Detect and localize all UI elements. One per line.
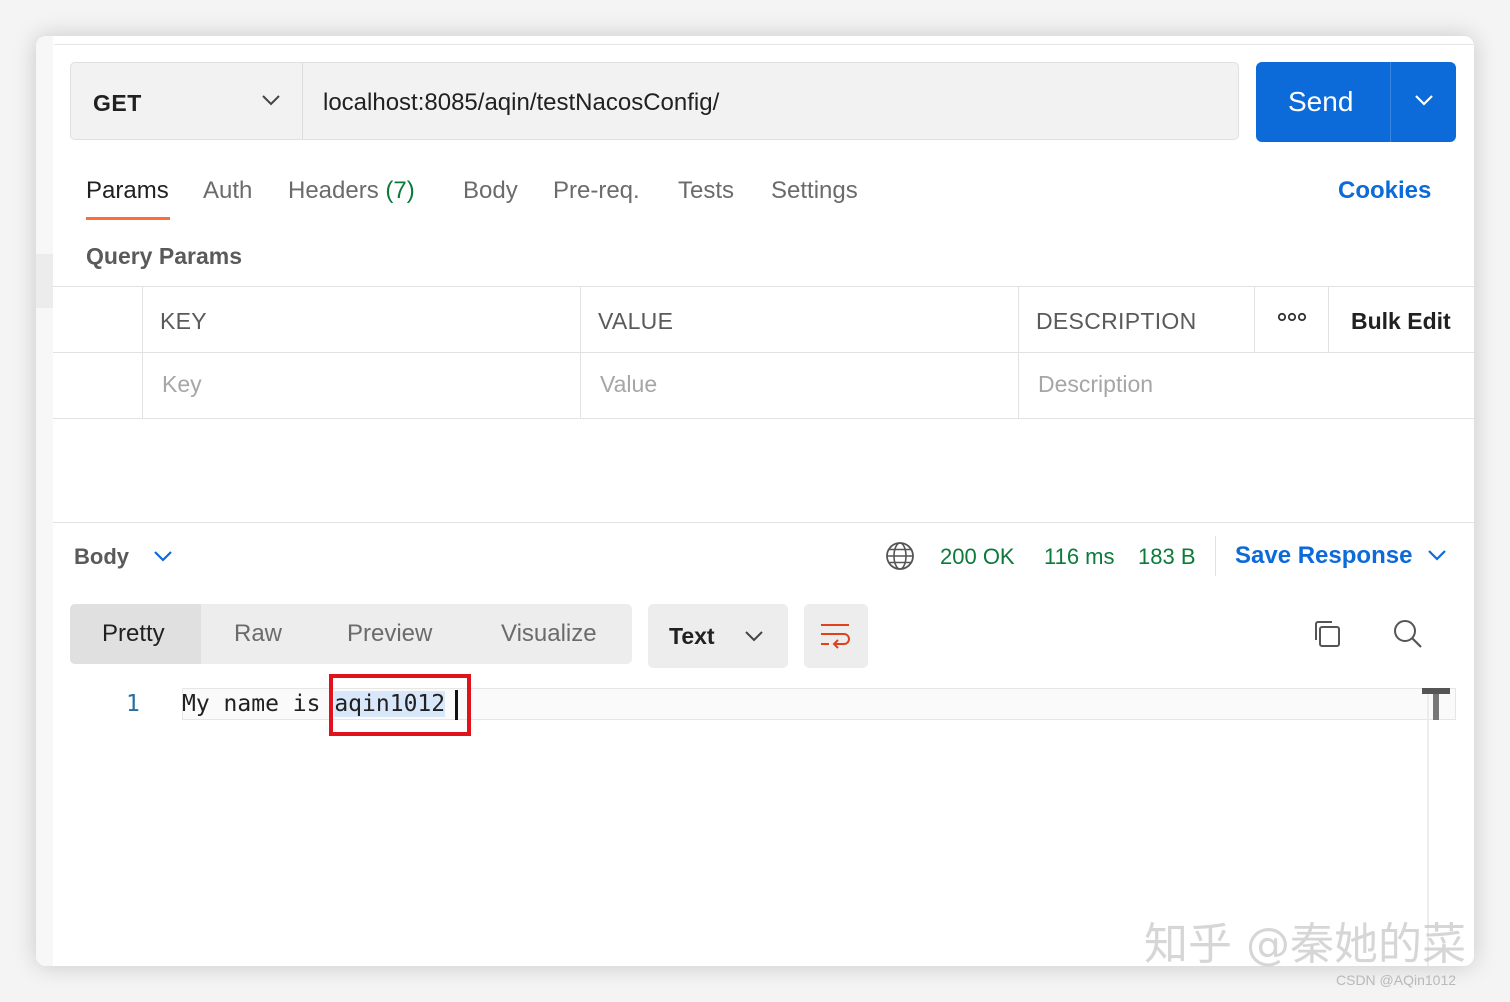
chevron-down-icon[interactable]: [153, 549, 173, 563]
chevron-down-icon[interactable]: [1414, 93, 1434, 107]
cookies-link[interactable]: Cookies: [1338, 177, 1431, 205]
url-input[interactable]: localhost:8085/aqin/testNacosConfig/: [323, 89, 719, 117]
send-button[interactable]: Send: [1256, 62, 1456, 142]
request-panel: GET localhost:8085/aqin/testNacosConfig/…: [53, 36, 1474, 966]
wrap-lines-button[interactable]: [804, 604, 868, 668]
send-label: Send: [1288, 86, 1354, 117]
method-select[interactable]: GET: [71, 63, 303, 139]
response-time[interactable]: 116 ms: [1044, 544, 1115, 570]
format-select[interactable]: Text: [648, 604, 788, 668]
view-tab-raw[interactable]: Raw: [234, 620, 282, 648]
view-tab-visualize[interactable]: Visualize: [501, 620, 597, 648]
globe-icon[interactable]: [885, 541, 915, 571]
line-number: 1: [126, 691, 140, 717]
response-body-label[interactable]: Body: [74, 544, 129, 570]
tab-auth[interactable]: Auth: [203, 177, 252, 205]
url-bar: GET localhost:8085/aqin/testNacosConfig/: [70, 62, 1239, 140]
search-icon[interactable]: [1392, 618, 1424, 650]
chevron-down-icon: [262, 95, 280, 106]
column-header-value: VALUE: [598, 308, 674, 334]
tab-tests[interactable]: Tests: [678, 177, 734, 205]
status-code[interactable]: 200 OK: [940, 544, 1015, 570]
postman-window: GET localhost:8085/aqin/testNacosConfig/…: [36, 36, 1474, 966]
tab-params[interactable]: Params: [86, 177, 169, 205]
format-label: Text: [669, 623, 715, 649]
response-view-tabs: Pretty Raw Preview Visualize: [70, 604, 632, 664]
view-tab-preview[interactable]: Preview: [347, 620, 432, 648]
zhihu-watermark: 知乎 @秦她的菜: [1144, 919, 1466, 970]
annotation-highlight-box: [329, 674, 471, 736]
column-header-key: KEY: [160, 308, 207, 334]
value-input[interactable]: Value: [600, 371, 657, 398]
tab-pre-request[interactable]: Pre-req.: [553, 177, 640, 205]
response-size[interactable]: 183 B: [1138, 544, 1196, 570]
save-response-button[interactable]: Save Response: [1235, 542, 1412, 570]
copy-icon[interactable]: [1311, 618, 1343, 650]
tab-settings[interactable]: Settings: [771, 177, 858, 205]
left-sidebar-strip: [36, 36, 53, 966]
chevron-down-icon: [745, 631, 763, 642]
chevron-down-icon[interactable]: [1427, 548, 1447, 562]
description-input[interactable]: Description: [1038, 371, 1153, 398]
more-options-icon[interactable]: [1277, 310, 1307, 324]
bulk-edit-button[interactable]: Bulk Edit: [1351, 308, 1451, 335]
code-text-prefix: My name is: [182, 691, 335, 717]
tab-headers-label: Headers: [288, 177, 379, 204]
tab-body[interactable]: Body: [463, 177, 518, 205]
pane-divider[interactable]: [53, 522, 1474, 523]
wrap-lines-icon: [821, 624, 850, 649]
column-header-description: DESCRIPTION: [1036, 308, 1197, 334]
method-label: GET: [93, 90, 142, 116]
key-input[interactable]: Key: [162, 371, 202, 398]
query-params-title: Query Params: [86, 243, 242, 269]
csdn-watermark: CSDN @AQin1012: [1336, 972, 1457, 988]
view-tab-pretty[interactable]: Pretty: [102, 620, 165, 648]
active-tab-indicator: [86, 217, 170, 220]
query-params-table: KEY VALUE DESCRIPTION Bulk Edit Key Valu…: [53, 286, 1474, 419]
headers-count-badge: (7): [385, 177, 415, 204]
tab-headers[interactable]: Headers (7): [288, 177, 415, 205]
